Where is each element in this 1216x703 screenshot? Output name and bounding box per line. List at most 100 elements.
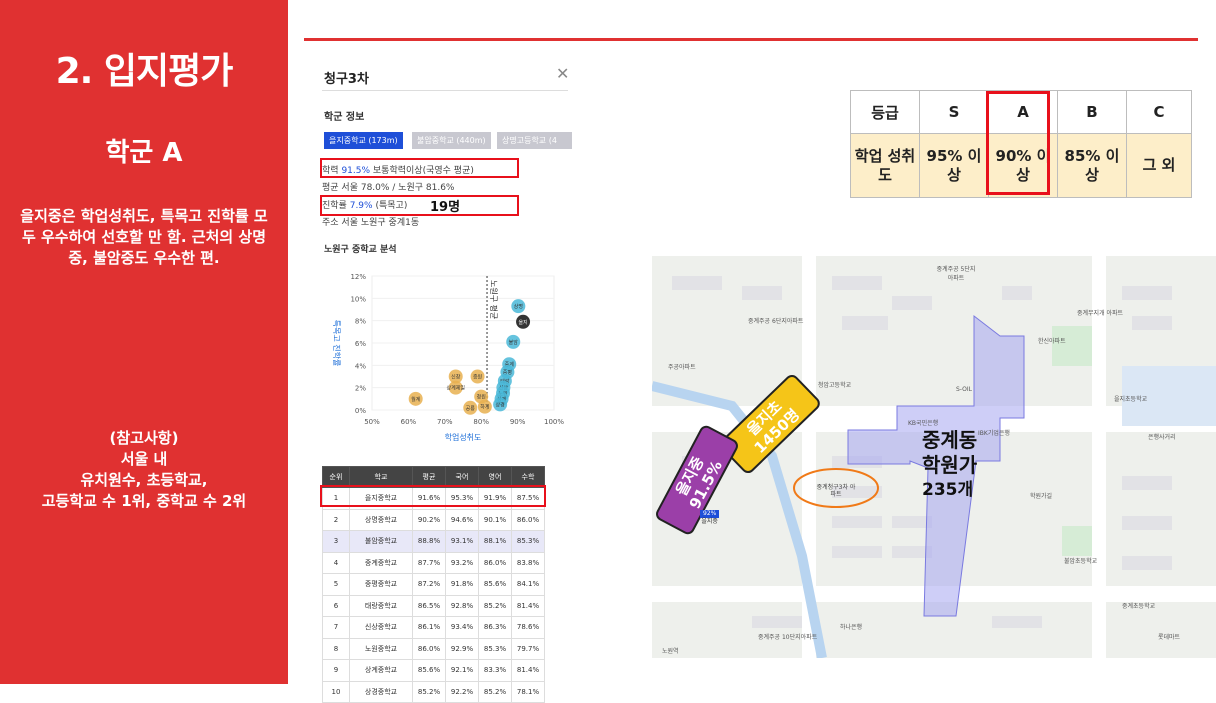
place-label: 중계주공 6단지아파트 xyxy=(748,318,804,325)
table-cell: 93.1% xyxy=(445,530,479,553)
grade-a-highlight-box xyxy=(986,91,1050,195)
data-point-label: 하계 xyxy=(480,404,490,411)
divider xyxy=(322,90,568,91)
x-tick-label: 70% xyxy=(437,418,453,426)
grade-col-b: B xyxy=(1057,90,1127,134)
place-label: 은행사거리 xyxy=(1148,434,1176,441)
eulji-middle-badge: 92% 을지중 xyxy=(700,510,720,526)
grade-s-value: 95% 이상 xyxy=(919,133,989,198)
reference-line-3: 고등학교 수 1위, 중학교 수 2위 xyxy=(41,492,247,510)
place-label: 한신아파트 xyxy=(1038,338,1066,345)
place-label: 노원역 xyxy=(662,648,679,655)
reference-line-2: 유치원수, 초등학교, xyxy=(80,471,208,489)
table-cell: 태랑중학교 xyxy=(349,594,413,617)
area-map[interactable]: 중계주공 5단지아파트 중계무지개 아파트 청암고등학교 한신아파트 을지초등학… xyxy=(652,256,1216,658)
header-divider xyxy=(304,38,1198,41)
table-cell: 83.3% xyxy=(478,659,512,682)
y-tick-label: 10% xyxy=(350,295,366,303)
table-cell: 83.8% xyxy=(511,551,545,574)
y-tick-label: 2% xyxy=(355,385,366,393)
reference-line-1: 서울 내 xyxy=(120,450,168,468)
table-cell: 85.2% xyxy=(478,594,512,617)
top-row-highlight-box xyxy=(320,485,546,507)
data-point-label: 중원 xyxy=(473,374,483,381)
table-cell: 81.4% xyxy=(511,594,545,617)
table-cell: 90.1% xyxy=(478,508,512,531)
place-label: 롯데마트 xyxy=(1158,634,1181,641)
advance-highlight-box xyxy=(320,195,519,216)
page-title: 2. 입지평가 xyxy=(55,51,234,92)
table-row: 4 중계중학교 87.7% 93.2% 86.0% 83.8% xyxy=(322,551,545,574)
table-cell: 93.4% xyxy=(445,616,479,639)
data-point-label: 상경 xyxy=(496,401,505,408)
building-block xyxy=(1132,316,1172,330)
table-cell: 상경중학교 xyxy=(349,680,413,703)
place-label: S-OIL xyxy=(956,386,972,393)
table-cell: 94.6% xyxy=(445,508,479,531)
building-block xyxy=(832,276,882,290)
y-tick-label: 8% xyxy=(355,318,366,326)
table-row: 8 노원중학교 86.0% 92.9% 85.3% 79.7% xyxy=(322,637,545,660)
park-area xyxy=(1052,326,1092,366)
table-cell: 중계중학교 xyxy=(349,551,413,574)
place-label: 불암초등학교 xyxy=(1064,558,1098,565)
apartment-label: 중계청구3차 아파트 xyxy=(816,484,856,498)
building-block xyxy=(892,296,932,310)
table-cell: 92.8% xyxy=(445,594,479,617)
table-row: 10 상경중학교 85.2% 92.2% 85.2% 78.1% xyxy=(322,680,545,703)
table-cell: 85.3% xyxy=(478,637,512,660)
building-block xyxy=(1122,556,1172,570)
table-row: 2 상명중학교 90.2% 94.6% 90.1% 86.0% xyxy=(322,508,545,531)
y-axis-label: 특목고 진학률 xyxy=(332,320,342,367)
building-block xyxy=(832,516,882,528)
table-cell: 85.6% xyxy=(412,659,446,682)
table-cell: 78.6% xyxy=(511,616,545,639)
x-tick-label: 100% xyxy=(544,418,564,426)
tab-sangmyeong-high[interactable]: 상명고등학교 (4 xyxy=(497,132,572,149)
reference-title: (참고사항) xyxy=(109,429,179,447)
place-label: 주공아파트 xyxy=(668,364,696,371)
scatter-chart: 0% 2% 4% 6% 8% 10% 12% 50% 60% 70% 80% 90% 100% 학업성취도… xyxy=(332,273,564,442)
place-label: IBK기업은행 xyxy=(978,430,1010,437)
zone-title: 중계동 xyxy=(922,428,978,452)
y-tick-label: 0% xyxy=(355,407,366,415)
table-cell: 3 xyxy=(322,530,350,553)
building-block xyxy=(752,616,802,628)
tab-eulji-middle[interactable]: 을지중학교 (173m) xyxy=(324,132,403,149)
section-analysis: 노원구 중학교 분석 xyxy=(324,245,397,255)
badge-pct: 92% xyxy=(700,510,720,518)
table-cell: 9 xyxy=(322,659,350,682)
close-icon[interactable]: ✕ xyxy=(556,64,569,83)
table-cell: 상명중학교 xyxy=(349,508,413,531)
table-row: 3 불암중학교 88.8% 93.1% 88.1% 85.3% xyxy=(322,530,545,553)
table-cell: 88.1% xyxy=(478,530,512,553)
grade-col-label: 등급 xyxy=(850,90,920,134)
table-cell: 8 xyxy=(322,637,350,660)
table-row: 5 중평중학교 87.2% 91.8% 85.6% 84.1% xyxy=(322,573,545,596)
grade-c-value: 그 외 xyxy=(1126,133,1192,198)
place-label: 중계무지개 아파트 xyxy=(1077,310,1124,317)
table-cell: 2 xyxy=(322,508,350,531)
building-block xyxy=(1002,286,1032,300)
building-block xyxy=(992,616,1042,628)
data-point-label: 신창 xyxy=(451,374,461,381)
table-cell: 87.2% xyxy=(412,573,446,596)
building-block xyxy=(742,286,782,300)
reference-line-label: 노원구 평균 xyxy=(489,280,499,319)
table-cell: 86.0% xyxy=(511,508,545,531)
place-label: KB국민은행 xyxy=(908,420,939,427)
x-tick-label: 80% xyxy=(473,418,489,426)
place-label: 청암고등학교 xyxy=(818,382,852,389)
y-tick-label: 12% xyxy=(350,273,366,281)
table-cell: 86.1% xyxy=(412,616,446,639)
school-info-panel: 청구3차 ✕ 학군 정보 을지중학교 (173m) 불암중학교 (440m) 상… xyxy=(314,58,576,703)
table-cell: 92.1% xyxy=(445,659,479,682)
building-block xyxy=(1122,476,1172,490)
x-tick-label: 50% xyxy=(364,418,380,426)
grade-b-value: 85% 이상 xyxy=(1057,133,1127,198)
table-cell: 79.7% xyxy=(511,637,545,660)
tab-buram-middle[interactable]: 불암중학교 (440m) xyxy=(412,132,491,149)
table-cell: 84.1% xyxy=(511,573,545,596)
data-point-label: 공릉 xyxy=(466,406,476,412)
table-row: 7 신상중학교 86.1% 93.4% 86.3% 78.6% xyxy=(322,616,545,639)
